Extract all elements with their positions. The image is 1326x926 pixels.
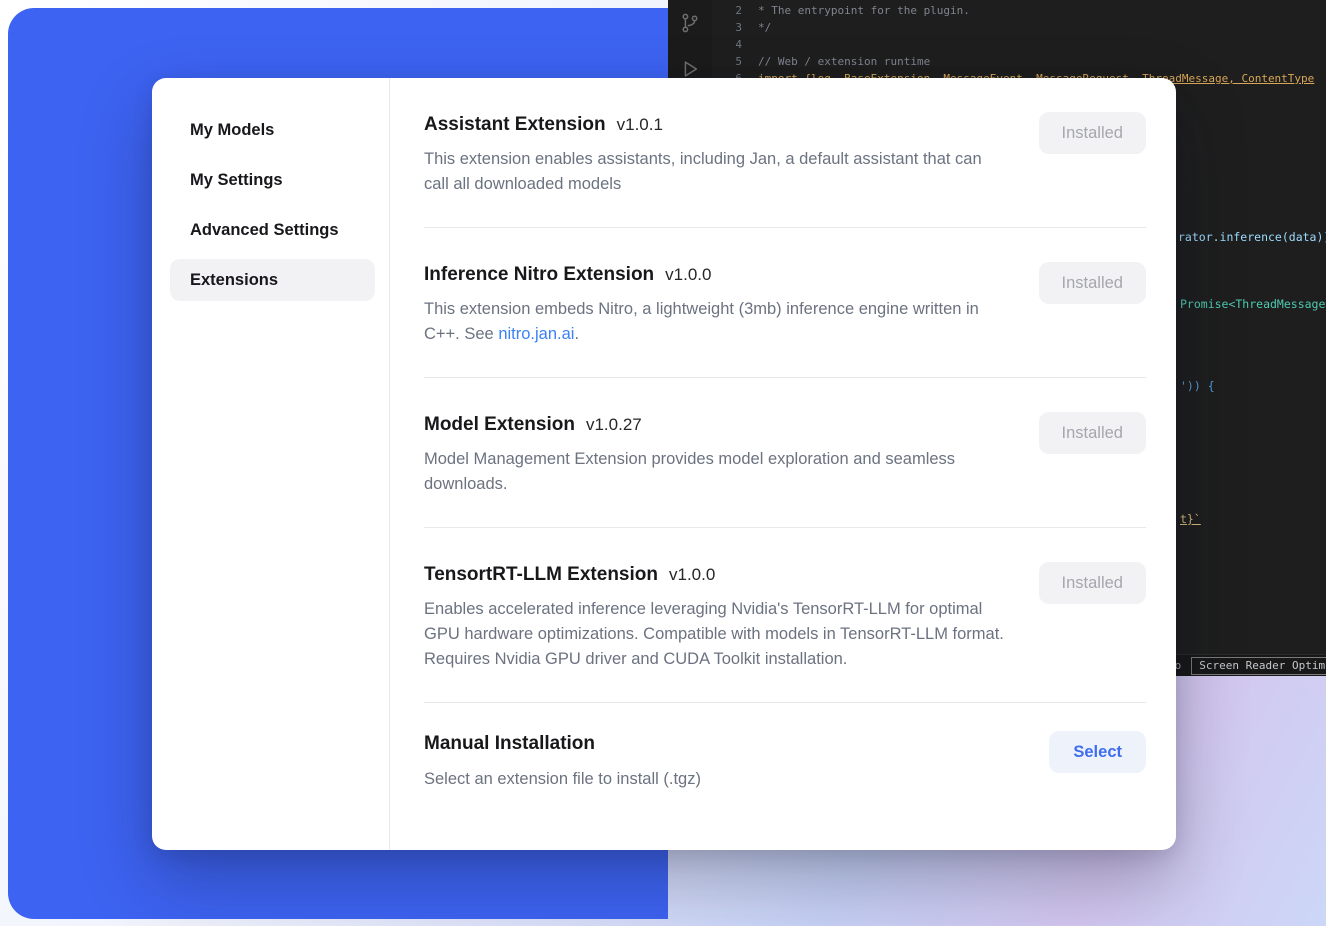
code-text: // Web / extension runtime [758, 53, 930, 70]
extension-description: This extension enables assistants, inclu… [424, 147, 1009, 197]
extension-row-assistant: Assistant Extension v1.0.1 This extensio… [424, 78, 1146, 197]
sidebar-item-label: Advanced Settings [190, 221, 339, 240]
extension-row-nitro: Inference Nitro Extension v1.0.0 This ex… [424, 228, 1146, 347]
extension-version: v1.0.0 [665, 265, 711, 285]
code-text: */ [758, 19, 771, 36]
code-fragment: t}` [1180, 512, 1201, 526]
code-line: 4 [712, 36, 1326, 53]
line-number: 3 [712, 19, 758, 36]
installed-button[interactable]: Installed [1039, 112, 1146, 154]
run-debug-icon[interactable] [679, 58, 701, 80]
sidebar-item-my-models[interactable]: My Models [170, 109, 375, 151]
extension-description: Enables accelerated inference leveraging… [424, 597, 1009, 672]
settings-modal: My Models My Settings Advanced Settings … [152, 78, 1176, 850]
nitro-link[interactable]: nitro.jan.ai [498, 325, 574, 343]
extension-version: v1.0.27 [586, 415, 642, 435]
sidebar-item-label: Extensions [190, 271, 278, 290]
extension-row-tensorrt: TensortRT-LLM Extension v1.0.0 Enables a… [424, 528, 1146, 672]
extension-name: TensortRT-LLM Extension [424, 562, 658, 588]
settings-sidebar: My Models My Settings Advanced Settings … [152, 78, 390, 850]
manual-installation-row: Manual Installation Select an extension … [424, 703, 1146, 792]
code-line: 5 // Web / extension runtime [712, 53, 1326, 70]
screen-reader-badge[interactable]: Screen Reader Optimize [1191, 657, 1326, 675]
extension-name: Inference Nitro Extension [424, 262, 654, 288]
git-branch-icon[interactable] [679, 12, 701, 34]
sidebar-item-label: My Models [190, 121, 274, 140]
select-file-button[interactable]: Select [1049, 731, 1146, 773]
code-fragment: Promise<ThreadMessage> [1180, 297, 1326, 311]
code-fragment: rator.inference(data)); [1178, 230, 1326, 244]
extension-name: Model Extension [424, 412, 575, 438]
extensions-panel: Assistant Extension v1.0.1 This extensio… [390, 78, 1176, 850]
sidebar-item-label: My Settings [190, 171, 283, 190]
sidebar-item-my-settings[interactable]: My Settings [170, 159, 375, 201]
extension-name: Assistant Extension [424, 112, 606, 138]
code-line: 2 * The entrypoint for the plugin. [712, 2, 1326, 19]
description-suffix: . [574, 325, 579, 343]
installed-button[interactable]: Installed [1039, 562, 1146, 604]
sidebar-item-extensions[interactable]: Extensions [170, 259, 375, 301]
extension-version: v1.0.1 [617, 115, 663, 135]
installed-button[interactable]: Installed [1039, 262, 1146, 304]
code-text: * The entrypoint for the plugin. [758, 2, 970, 19]
sidebar-item-advanced-settings[interactable]: Advanced Settings [170, 209, 375, 251]
manual-installation-title: Manual Installation [424, 731, 595, 757]
extension-description: Model Management Extension provides mode… [424, 447, 1009, 497]
manual-installation-description: Select an extension file to install (.tg… [424, 767, 701, 792]
code-fragment: ')) { [1180, 379, 1215, 393]
extension-row-model: Model Extension v1.0.27 Model Management… [424, 378, 1146, 497]
extension-description: This extension embeds Nitro, a lightweig… [424, 297, 1009, 347]
line-number: 2 [712, 2, 758, 19]
line-number: 5 [712, 53, 758, 70]
code-area[interactable]: 2 * The entrypoint for the plugin. 3 */ … [712, 2, 1326, 87]
line-number: 4 [712, 36, 758, 53]
extension-version: v1.0.0 [669, 565, 715, 585]
code-line: 3 */ [712, 19, 1326, 36]
installed-button[interactable]: Installed [1039, 412, 1146, 454]
